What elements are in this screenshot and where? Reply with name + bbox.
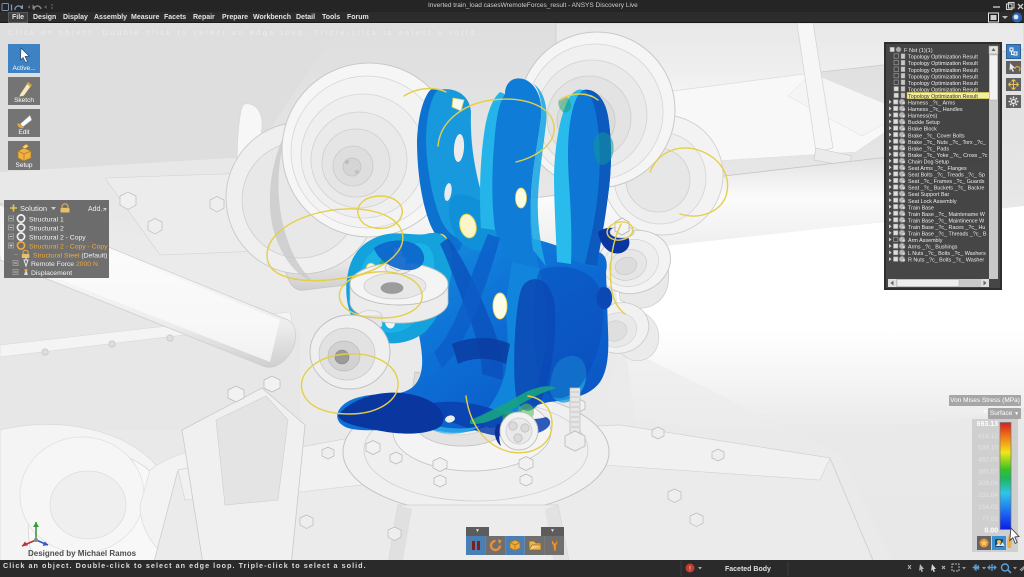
svg-text:Train Base _?c_ Maintinence W: Train Base _?c_ Maintinence W (908, 218, 985, 224)
svg-text:Seat Lock Assembly: Seat Lock Assembly (908, 199, 957, 205)
svg-text:Train Base: Train Base (908, 205, 934, 211)
svg-text:Seat Bolts _?c_ Treads _?c_ Sp: Seat Bolts _?c_ Treads _?c_ Sp (908, 173, 985, 179)
svg-text:154.03: 154.03 (978, 504, 998, 511)
svg-text:Chain Dog Setup: Chain Dog Setup (908, 159, 949, 165)
svg-text:F Nst (1)(1): F Nst (1)(1) (904, 48, 933, 54)
svg-text:Structural 2: Structural 2 (29, 226, 64, 233)
svg-text:Brake _?c_ Pads: Brake _?c_ Pads (908, 146, 949, 152)
svg-text:Harness(es): Harness(es) (908, 114, 938, 120)
svg-text:Buckle Setup: Buckle Setup (908, 120, 940, 126)
svg-text:Seat Arms _?c_ Flanges: Seat Arms _?c_ Flanges (908, 166, 967, 172)
svg-text:Harness _?c_ Handles: Harness _?c_ Handles (908, 107, 963, 113)
svg-text:Seat _?c_ Frames _?c_ Guards: Seat _?c_ Frames _?c_ Guards (908, 179, 985, 185)
svg-text:Seat _?c_ Buckets _?c_ Backre: Seat _?c_ Buckets _?c_ Backre (908, 186, 984, 192)
svg-text:Displacement: Displacement (31, 270, 72, 277)
svg-text:Arm Assembly: Arm Assembly (908, 238, 943, 244)
svg-text:Topology Optimization Result: Topology Optimization Result (908, 81, 978, 87)
svg-text:Remote Force 2000 N: Remote Force 2000 N (31, 261, 98, 268)
svg-text:Brake _?c_ Nuts _?c_ Torx _?c_: Brake _?c_ Nuts _?c_ Torx _?c_ (908, 140, 987, 146)
svg-text:R Nuts _?c_ Bolts _?c_ Washer: R Nuts _?c_ Bolts _?c_ Washer (908, 258, 984, 264)
svg-text:L Nuts _?c_ Bolts _?c_ Washers: L Nuts _?c_ Bolts _?c_ Washers (908, 251, 986, 257)
svg-text:Structural 1: Structural 1 (29, 217, 64, 224)
svg-text:Train Base _?c_ Threads _?c_ B: Train Base _?c_ Threads _?c_ B (908, 232, 987, 238)
svg-text:231.04: 231.04 (978, 492, 998, 499)
svg-text:Topology Optimization Result: Topology Optimization Result (908, 74, 978, 80)
svg-text:Brake _?c_ Cover Bolts: Brake _?c_ Cover Bolts (908, 133, 965, 139)
svg-text:Train Base _?c_ Maintename W: Train Base _?c_ Maintename W (908, 212, 986, 218)
svg-text:Topology Optimization Result: Topology Optimization Result (908, 94, 978, 100)
svg-text:616.12: 616.12 (978, 433, 998, 440)
svg-text:Solution: Solution (20, 204, 47, 213)
svg-text:Topology Optimization Result: Topology Optimization Result (908, 68, 978, 74)
svg-text:Structural 2 - Copy - Copy: Structural 2 - Copy - Copy (29, 244, 108, 251)
svg-text:Brake Block: Brake Block (908, 127, 937, 133)
svg-text:Structural 2 - Copy: Structural 2 - Copy (29, 235, 86, 242)
svg-text:Brake _?c_ Yoke _?c_ Cross _?c: Brake _?c_ Yoke _?c_ Cross _?c (908, 153, 988, 159)
svg-text:Harness _?c_ Arms: Harness _?c_ Arms (908, 101, 955, 107)
svg-text:Topology Optimization Result: Topology Optimization Result (908, 55, 978, 61)
svg-text:462.09: 462.09 (978, 457, 998, 464)
svg-text:Topology Optimization Result: Topology Optimization Result (908, 61, 978, 67)
svg-text:Add...: Add... (88, 206, 106, 213)
svg-text:0.00: 0.00 (984, 528, 998, 535)
svg-text:693.13: 693.13 (977, 421, 999, 428)
svg-text:385.07: 385.07 (978, 468, 998, 475)
svg-text:Faceted Body: Faceted Body (725, 566, 771, 573)
svg-text:539.10: 539.10 (978, 445, 998, 452)
svg-text:308.06: 308.06 (978, 480, 998, 487)
svg-text:Structural Steel (Default): Structural Steel (Default) (33, 253, 107, 260)
svg-text:Train Base _?c_ Races _?c_ Hu: Train Base _?c_ Races _?c_ Hu (908, 225, 985, 231)
svg-text:Arms _?c_ Bushings: Arms _?c_ Bushings (908, 245, 958, 251)
svg-text:77.01: 77.01 (982, 516, 999, 523)
svg-text:Seat Support Bar: Seat Support Bar (908, 192, 950, 198)
